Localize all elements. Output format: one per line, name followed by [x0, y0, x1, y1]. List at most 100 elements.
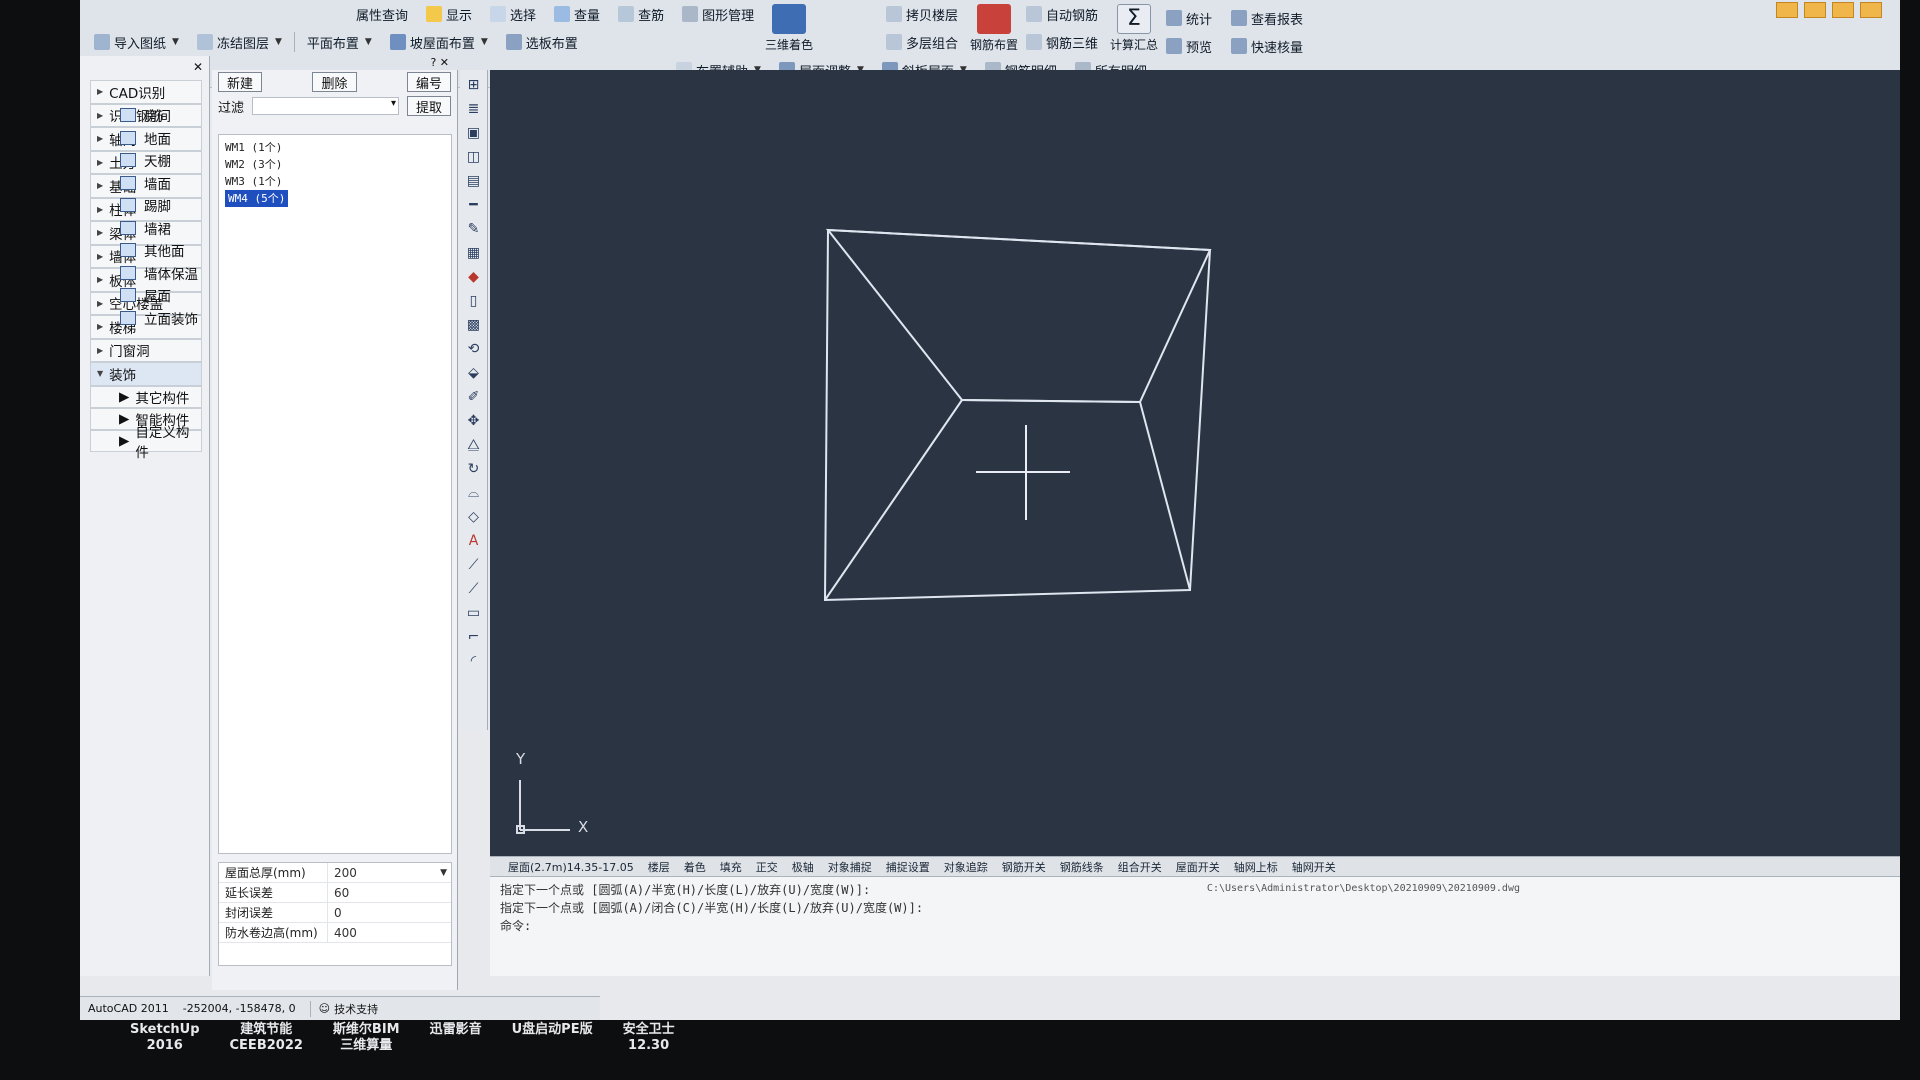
roof-outline[interactable]: [823, 228, 1212, 602]
hip-line-right[interactable]: [1139, 401, 1191, 591]
command-prompt[interactable]: 命令:: [500, 917, 1890, 935]
view-report-button[interactable]: 查看报表: [1225, 6, 1309, 30]
expand-icon[interactable]: ▶: [97, 322, 103, 331]
status-snap-settings[interactable]: 捕捉设置: [886, 859, 930, 875]
new-button[interactable]: 新建: [218, 72, 263, 92]
expand-icon[interactable]: ▶: [97, 346, 103, 355]
rotate-view-icon[interactable]: ⟲: [465, 340, 483, 358]
expand-icon[interactable]: ▶: [97, 158, 103, 167]
expand-icon[interactable]: ▶: [97, 252, 103, 261]
slope-roof-layout-button[interactable]: 坡屋面布置 ▼: [384, 30, 494, 54]
status-toggle-axis[interactable]: 轴网开关: [1292, 859, 1336, 875]
filter-select[interactable]: [252, 97, 399, 115]
collapse-icon[interactable]: ▼: [97, 369, 103, 378]
ridge-line[interactable]: [961, 399, 1141, 403]
property-value[interactable]: 400: [327, 923, 451, 942]
freeze-layer-button[interactable]: 冻结图层 ▼: [191, 30, 288, 54]
layer-icon[interactable]: ≣: [465, 100, 483, 118]
fillet-icon[interactable]: ⌐: [465, 628, 483, 646]
shortcut-ceeb[interactable]: 建筑节能 CEEB2022: [230, 1022, 303, 1078]
window-tab-2[interactable]: [1804, 2, 1826, 18]
property-value[interactable]: 0: [327, 903, 451, 922]
attribute-query-button[interactable]: 属性查询: [350, 2, 414, 26]
quick-check-button[interactable]: 快速核量: [1225, 34, 1309, 58]
calculate-summary-button[interactable]: Σ 计算汇总: [1110, 4, 1158, 53]
paint-icon[interactable]: ⬙: [465, 364, 483, 382]
status-toggle-otrack[interactable]: 对象追踪: [944, 859, 988, 875]
display-button[interactable]: 显示: [420, 2, 478, 26]
rotate-icon[interactable]: ↻: [465, 460, 483, 478]
list-item[interactable]: WM1 (1个): [225, 139, 445, 156]
delete-button[interactable]: 删除: [312, 72, 357, 92]
ruler-icon[interactable]: ▤: [465, 172, 483, 190]
check-rebar-button[interactable]: 查筋: [612, 2, 670, 26]
brush-icon[interactable]: ✐: [465, 388, 483, 406]
3d-shading-button[interactable]: 三维着色: [765, 4, 813, 53]
list-item[interactable]: WM2 (3个): [225, 156, 445, 173]
tree-item-decoration[interactable]: ▼ 装饰: [90, 362, 202, 386]
expand-icon[interactable]: ▶: [119, 433, 129, 449]
pan-icon[interactable]: ▣: [465, 124, 483, 142]
window-tab-3[interactable]: [1832, 2, 1854, 18]
measure-icon[interactable]: ◫: [465, 148, 483, 166]
grid-icon[interactable]: ▩: [465, 316, 483, 334]
statistics-button[interactable]: 统计: [1160, 6, 1218, 30]
select-slab-layout-button[interactable]: 选板布置: [500, 30, 584, 54]
copy-floor-button[interactable]: 拷贝楼层: [880, 2, 964, 26]
import-drawing-button[interactable]: 导入图纸 ▼: [88, 30, 185, 54]
close-icon[interactable]: ✕: [193, 60, 203, 74]
window-tab-1[interactable]: [1776, 2, 1798, 18]
tree-item-other-components[interactable]: ▶ 其它构件: [90, 385, 202, 408]
tech-support-button[interactable]: ☺ 技术支持: [309, 1000, 378, 1017]
zoom-icon[interactable]: ⊞: [465, 76, 483, 94]
eraser-icon[interactable]: ◆: [465, 268, 483, 286]
expand-icon[interactable]: ▶: [119, 411, 129, 427]
expand-icon[interactable]: ▶: [97, 181, 103, 190]
rebar-layout-button[interactable]: 钢筋布置: [970, 4, 1018, 53]
list-item-selected[interactable]: WM4 (5个): [225, 190, 289, 207]
shortcut-security[interactable]: 安全卫士 12.30: [623, 1022, 675, 1078]
line-icon[interactable]: ━: [465, 196, 483, 214]
plan-layout-button[interactable]: 平面布置 ▼: [301, 30, 378, 54]
rectangle-icon[interactable]: ▭: [465, 604, 483, 622]
tree-item-custom-components[interactable]: ▶ 自定义构件: [90, 425, 202, 461]
shortcut-bim[interactable]: 斯维尔BIM 三维算量: [333, 1022, 400, 1078]
status-toggle-rebar-lines[interactable]: 钢筋线条: [1060, 859, 1104, 875]
pencil-icon[interactable]: ✎: [465, 220, 483, 238]
move-icon[interactable]: ✥: [465, 412, 483, 430]
floor-status[interactable]: 屋面(2.7m)14.35-17.05: [508, 859, 634, 875]
status-toggle-shading[interactable]: 着色: [684, 859, 706, 875]
property-value[interactable]: 60: [327, 883, 451, 902]
hip-line-left[interactable]: [824, 399, 963, 601]
select-button[interactable]: 选择: [484, 2, 542, 26]
text-icon[interactable]: A: [465, 532, 483, 550]
code-button[interactable]: 编号: [406, 72, 451, 92]
erase-icon[interactable]: ◇: [465, 508, 483, 526]
status-toggle-polar[interactable]: 极轴: [792, 859, 814, 875]
drawing-canvas[interactable]: Y X: [490, 70, 1900, 856]
multi-floor-combine-button[interactable]: 多层组合: [880, 30, 964, 54]
status-toggle-combine[interactable]: 组合开关: [1118, 859, 1162, 875]
panel-controls[interactable]: ? ✕: [430, 56, 449, 69]
property-value[interactable]: 200 ▼: [327, 863, 451, 882]
graphic-manage-button[interactable]: 图形管理: [676, 2, 760, 26]
status-toggle-rebar[interactable]: 钢筋开关: [1002, 859, 1046, 875]
trim-icon[interactable]: ⟋: [465, 556, 483, 574]
check-quantity-button[interactable]: 查量: [548, 2, 606, 26]
status-toggle-floor[interactable]: 楼层: [648, 859, 670, 875]
expand-icon[interactable]: ▶: [97, 299, 103, 308]
rebar-3d-button[interactable]: 钢筋三维: [1020, 30, 1104, 54]
window-tab-4[interactable]: [1860, 2, 1882, 18]
extract-button[interactable]: 提取: [406, 96, 451, 116]
tree-item-cad-recognition[interactable]: ▶ CAD识别: [90, 80, 202, 104]
list-item[interactable]: WM3 (1个): [225, 173, 445, 190]
tree-item-door-window[interactable]: ▶ 门窗洞: [90, 338, 202, 362]
extend-icon[interactable]: ⟋: [465, 580, 483, 598]
status-toggle-axis-label[interactable]: 轴网上标: [1234, 859, 1278, 875]
offset-icon[interactable]: ⌓: [465, 484, 483, 502]
status-toggle-roof[interactable]: 屋面开关: [1176, 859, 1220, 875]
edit-icon[interactable]: ▦: [465, 244, 483, 262]
expand-icon[interactable]: ▶: [97, 111, 103, 120]
mirror-icon[interactable]: ⧋: [465, 436, 483, 454]
expand-icon[interactable]: ▶: [97, 134, 103, 143]
